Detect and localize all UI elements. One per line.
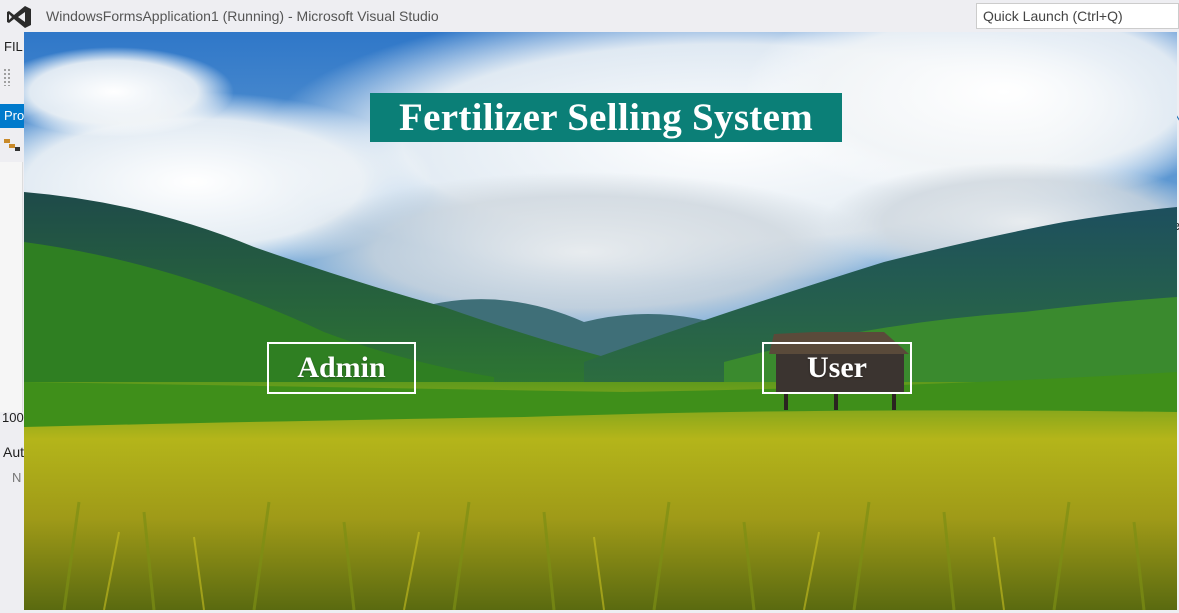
quick-launch-input[interactable] [977,4,1178,28]
vs-title-bar: WindowsFormsApplication1 (Running) - Mic… [0,0,1179,32]
properties-icon[interactable] [3,136,21,152]
vs-left-chrome: FIL Pro 100 Aut N [0,32,24,613]
window-title: WindowsFormsApplication1 (Running) - Mic… [46,8,439,24]
toolbar-grip-icon[interactable] [3,68,11,86]
solution-explorer-tab[interactable]: Pro [0,104,24,128]
visual-studio-logo-icon [7,6,31,28]
name-column-fragment: N [12,470,22,485]
user-button[interactable]: User [762,342,912,394]
zoom-level-fragment: 100 [2,410,24,425]
app-form-window: Fertilizer Selling System Admin User [24,32,1177,610]
tab-label-fragment: Pro [4,108,24,123]
quick-launch-box[interactable] [976,3,1179,29]
autos-panel-fragment[interactable]: Aut [3,444,24,460]
admin-button[interactable]: Admin [267,342,416,394]
app-title-label: Fertilizer Selling System [370,93,842,142]
file-menu-fragment[interactable]: FIL [4,39,23,54]
vs-side-panel [0,162,23,412]
